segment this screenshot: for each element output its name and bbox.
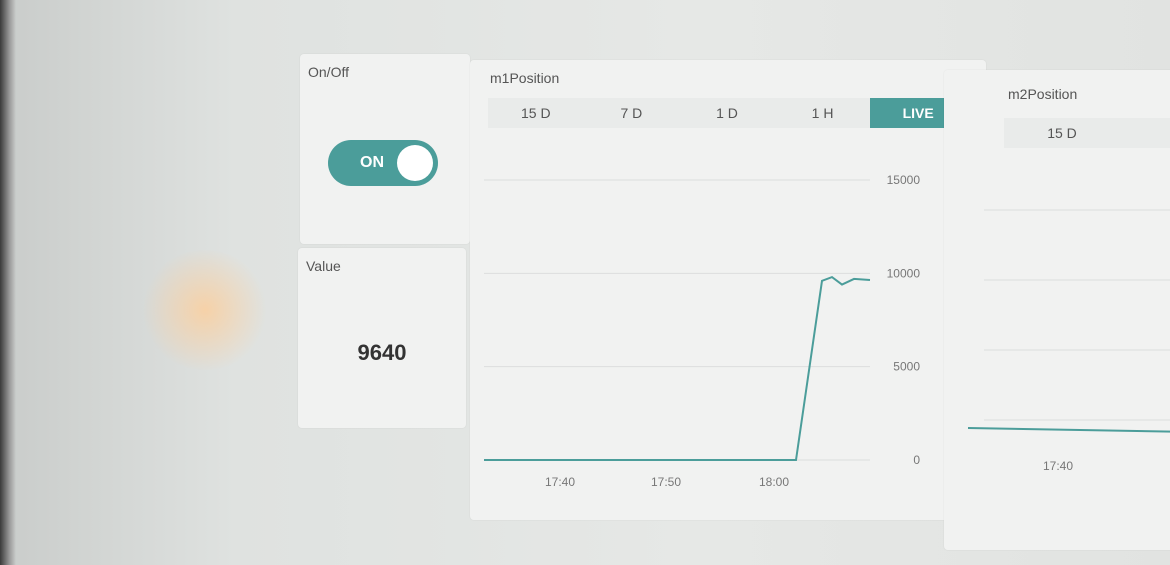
value-title: Value (306, 258, 341, 274)
m2-title: m2Position (1008, 86, 1078, 102)
m2-x-tick-label: 17:40 (1043, 459, 1073, 473)
m1-x-tick-label: 17:50 (651, 475, 681, 489)
m2position-widget: m2Position 15 D 7 17:40 (944, 70, 1170, 550)
m1-time-range-tabs: 15 D 7 D 1 D 1 H LIVE (488, 98, 966, 128)
m1-x-tick-label: 17:40 (545, 475, 575, 489)
toggle-knob[interactable] (397, 145, 433, 181)
m1-y-tick-label: 10000 (887, 266, 921, 280)
m2-time-range-tabs: 15 D 7 (1004, 118, 1170, 148)
onoff-widget: On/Off ON (300, 54, 470, 244)
tab-7d[interactable]: 7 (1120, 118, 1170, 148)
onoff-title: On/Off (308, 64, 349, 80)
m1-x-tick-label: 18:00 (759, 475, 789, 489)
tab-15d[interactable]: 15 D (488, 98, 584, 128)
value-widget: Value 9640 (298, 248, 466, 428)
m1position-widget: m1Position 15 D 7 D 1 D 1 H LIVE 15000 10… (470, 60, 986, 520)
m2-chart: 17:40 (967, 209, 1170, 473)
screen-bezel (0, 0, 16, 565)
m1-series-line (484, 275, 871, 461)
onoff-toggle[interactable]: ON (328, 140, 438, 186)
light-glare (140, 250, 270, 370)
m1-y-tick-label: 5000 (893, 360, 920, 374)
m1-y-tick-label: 15000 (887, 173, 921, 187)
tab-7d[interactable]: 7 D (584, 98, 680, 128)
tab-1d[interactable]: 1 D (679, 98, 775, 128)
m2-series-line (967, 427, 1170, 433)
m1-chart: 15000 10000 5000 0 17:40 17:50 18:00 (484, 173, 921, 489)
tab-1h[interactable]: 1 H (775, 98, 871, 128)
tab-15d[interactable]: 15 D (1004, 118, 1120, 148)
m1-y-tick-label: 0 (913, 453, 920, 467)
toggle-state-label: ON (360, 154, 384, 171)
m1-title: m1Position (490, 70, 560, 86)
value-number: 9640 (357, 340, 407, 365)
